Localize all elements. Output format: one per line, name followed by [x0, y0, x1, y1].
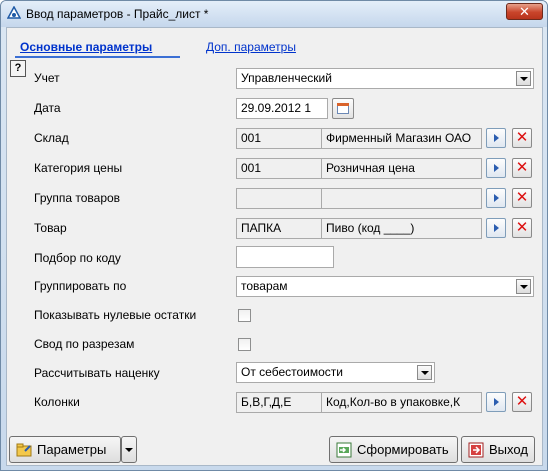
- params-button-label: Параметры: [37, 442, 107, 457]
- params-button[interactable]: Параметры: [9, 436, 121, 463]
- folder-icon: [16, 443, 32, 457]
- svod-checkbox[interactable]: [238, 338, 251, 351]
- chevron-down-icon[interactable]: [417, 365, 432, 380]
- calendar-icon: [337, 103, 349, 114]
- help-icon[interactable]: ?: [10, 60, 26, 77]
- warehouse-pick-button[interactable]: [486, 128, 506, 148]
- goods-group-name[interactable]: [321, 188, 482, 209]
- date-input[interactable]: 29.09.2012 1: [236, 98, 328, 119]
- close-button[interactable]: ✕: [506, 3, 543, 20]
- date-label: Дата: [34, 101, 61, 115]
- svod-label: Свод по разрезам: [34, 337, 135, 351]
- group-by-label: Группировать по: [34, 279, 127, 293]
- report-icon: [336, 442, 352, 458]
- app-icon: [7, 6, 21, 19]
- price-category-clear-button[interactable]: ✕: [512, 158, 532, 178]
- active-tab-underline: [15, 56, 180, 58]
- goods-pick-button[interactable]: [486, 218, 506, 238]
- tab-extra-params[interactable]: Доп. параметры: [206, 40, 296, 54]
- code-filter-label: Подбор по коду: [34, 251, 121, 265]
- goods-name[interactable]: Пиво (код ____): [321, 218, 482, 239]
- exit-icon: [468, 442, 484, 458]
- markup-select[interactable]: От себестоимости: [236, 362, 435, 383]
- calendar-button[interactable]: [332, 98, 354, 119]
- goods-clear-button[interactable]: ✕: [512, 218, 532, 238]
- group-by-select[interactable]: товарам: [236, 276, 534, 297]
- warehouse-name[interactable]: Фирменный Магазин ОАО: [321, 128, 482, 149]
- price-category-name[interactable]: Розничная цена: [321, 158, 482, 179]
- columns-clear-button[interactable]: ✕: [512, 392, 532, 412]
- tab-main-params[interactable]: Основные параметры: [20, 40, 152, 54]
- goods-group-code[interactable]: [236, 188, 322, 209]
- goods-label: Товар: [34, 221, 67, 235]
- columns-code[interactable]: Б,В,Г,Д,Е: [236, 392, 322, 413]
- chevron-down-icon[interactable]: [516, 279, 531, 294]
- show-zero-label: Показывать нулевые остатки: [34, 308, 197, 322]
- dialog-body: Основные параметры Доп. параметры ? Учет…: [6, 27, 543, 466]
- goods-group-pick-button[interactable]: [486, 188, 506, 208]
- columns-name[interactable]: Код,Кол-во в упаковке,К: [321, 392, 482, 413]
- window-title: Ввод параметров - Прайс_лист *: [26, 7, 209, 21]
- show-zero-checkbox[interactable]: [238, 309, 251, 322]
- warehouse-label: Склад: [34, 131, 69, 145]
- price-category-code[interactable]: 001: [236, 158, 322, 179]
- chevron-down-icon: [125, 448, 133, 452]
- params-menu-button[interactable]: [121, 436, 137, 463]
- warehouse-code[interactable]: 001: [236, 128, 322, 149]
- goods-group-clear-button[interactable]: ✕: [512, 188, 532, 208]
- exit-button-label: Выход: [489, 442, 528, 457]
- title-bar[interactable]: Ввод параметров - Прайс_лист * ✕: [1, 1, 547, 27]
- goods-group-label: Группа товаров: [34, 191, 121, 205]
- uchet-label: Учет: [34, 71, 60, 85]
- dialog-window: Ввод параметров - Прайс_лист * ✕ Основны…: [0, 0, 548, 471]
- columns-pick-button[interactable]: [486, 392, 506, 412]
- chevron-down-icon[interactable]: [516, 71, 531, 86]
- form-report-label: Сформировать: [357, 442, 449, 457]
- goods-code[interactable]: ПАПКА: [236, 218, 322, 239]
- form-report-button[interactable]: Сформировать: [329, 436, 458, 463]
- code-filter-input[interactable]: [236, 246, 334, 268]
- uchet-select[interactable]: Управленческий: [236, 68, 534, 89]
- exit-button[interactable]: Выход: [461, 436, 535, 463]
- markup-label: Рассчитывать наценку: [34, 366, 160, 380]
- price-category-pick-button[interactable]: [486, 158, 506, 178]
- price-category-label: Категория цены: [34, 161, 123, 175]
- warehouse-clear-button[interactable]: ✕: [512, 128, 532, 148]
- columns-label: Колонки: [34, 395, 80, 409]
